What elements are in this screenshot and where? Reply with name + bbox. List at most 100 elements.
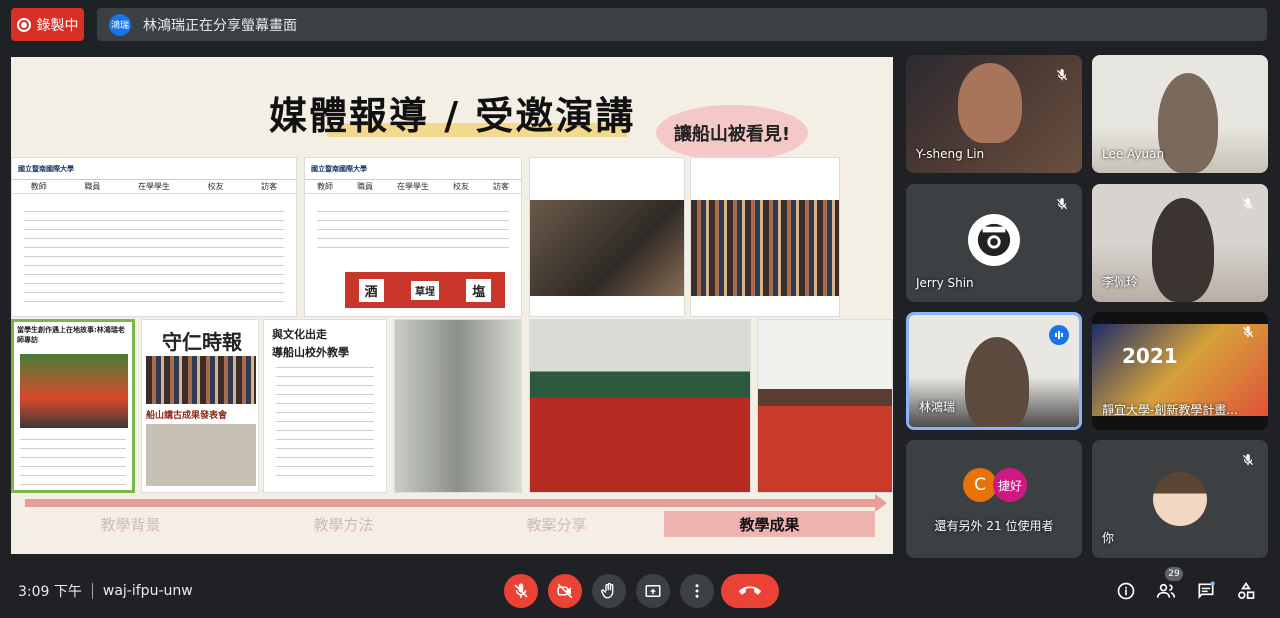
toggle-mic-button[interactable] — [504, 574, 538, 608]
hall-image — [758, 320, 892, 492]
clipping-text — [276, 362, 374, 482]
progress-arrow — [25, 494, 887, 512]
exhibition-image — [395, 320, 521, 492]
article-text — [24, 206, 284, 306]
chat-button[interactable] — [1193, 578, 1219, 604]
exhibition-photo — [394, 319, 522, 493]
nav-item: 校友 — [453, 182, 469, 191]
event-photo-2 — [690, 157, 840, 317]
newspaper-photo-2 — [146, 424, 256, 486]
bubble-text: 讓船山被看見! — [673, 124, 791, 145]
recording-label: 錄製中 — [36, 17, 79, 34]
participant-tile-others[interactable]: C 捷好 還有另外 21 位使用者 — [906, 440, 1082, 558]
site-logo: 國立暨南國際大學 — [18, 164, 74, 173]
more-options-button[interactable] — [680, 574, 714, 608]
mic-off-icon — [1052, 65, 1072, 85]
mic-off-icon — [1238, 322, 1258, 342]
participant-figure — [1158, 73, 1218, 173]
meeting-details-button[interactable] — [1113, 578, 1139, 604]
more-vert-icon — [695, 584, 699, 598]
clipping-headline-1: 與文化出走 — [272, 328, 327, 341]
interview-text — [20, 434, 126, 486]
step-results: 教學成果 — [664, 511, 877, 537]
speaking-indicator-icon — [1049, 325, 1069, 345]
school-sign: 酒 草埕 塩 — [345, 272, 505, 308]
participant-tile-y-sheng-lin[interactable]: Y-sheng Lin — [906, 55, 1082, 173]
activities-button[interactable] — [1233, 578, 1259, 604]
nav-item: 教師 — [30, 182, 47, 191]
meeting-info: 3:09 下午 waj-ifpu-unw — [18, 581, 193, 601]
toggle-camera-button[interactable] — [548, 574, 582, 608]
slide-title: 媒體報導 / 受邀演講 — [269, 94, 636, 138]
teaching-steps: 教學背景 教學方法 教案分享 教學成果 — [25, 511, 877, 537]
nav-item: 教師 — [317, 182, 333, 191]
step-background: 教學背景 — [25, 511, 238, 537]
presenter-avatar: 鴻瑞 — [109, 13, 131, 36]
speech-bubble: 讓船山被看見! — [656, 105, 808, 171]
event-photo-1 — [529, 157, 685, 317]
nav-item: 在學學生 — [137, 182, 170, 191]
share-status-text: 林鴻瑞正在分享螢幕畫面 — [143, 17, 297, 34]
school-newspaper: 守仁時報 船山講古成果發表會 — [141, 319, 259, 493]
hand-icon — [601, 582, 614, 599]
present-screen-button[interactable] — [636, 574, 670, 608]
poster-year: 2021 — [1122, 344, 1178, 368]
webpage-nav: 教師 職員 在學學生 校友 訪客 — [305, 180, 521, 194]
nav-item: 訪客 — [493, 182, 509, 191]
participant-name: Jerry Shin — [916, 276, 974, 290]
participant-name: 李佩玲 — [1102, 275, 1139, 289]
camera-off-icon — [557, 583, 573, 599]
mic-off-icon — [514, 583, 528, 598]
raise-hand-button[interactable] — [592, 574, 626, 608]
presentation-slide: 媒體報導 / 受邀演講 讓船山被看見! 國立暨南國際大學 教師 職員 在學學生 … — [11, 57, 893, 554]
audience-photo — [691, 200, 839, 296]
info-icon — [1117, 582, 1135, 600]
current-time: 3:09 下午 — [18, 584, 82, 600]
participant-tile-lin-hung-jui[interactable]: 林鴻瑞 — [906, 312, 1082, 430]
step-methods: 教學方法 — [238, 511, 451, 537]
record-icon — [16, 17, 31, 32]
participant-name: 林鴻瑞 — [919, 400, 956, 414]
screen-share-banner: 鴻瑞 林鴻瑞正在分享螢幕畫面 — [97, 8, 1267, 41]
participant-count-badge: 29 — [1165, 567, 1183, 581]
site-logo: 國立暨南國際大學 — [311, 164, 367, 173]
activities-icon — [1238, 581, 1255, 599]
nav-item: 職員 — [84, 182, 101, 191]
meeting-code: waj-ifpu-unw — [102, 583, 193, 599]
participant-tile-jerry-shin[interactable]: Jerry Shin — [906, 184, 1082, 302]
self-avatar — [1153, 472, 1207, 526]
nav-item: 訪客 — [261, 182, 278, 191]
nav-item: 校友 — [207, 182, 224, 191]
sign-char: 酒 — [358, 278, 384, 302]
news-webpage-1: 國立暨南國際大學 教師 職員 在學學生 校友 訪客 — [11, 157, 297, 317]
article-clipping: 與文化出走 導船山校外教學 — [263, 319, 387, 493]
participant-name: 你 — [1102, 531, 1115, 545]
step-lesson-sharing: 教案分享 — [451, 511, 664, 537]
participant-tile-providence-university[interactable]: 2021 靜宜大學-創新教學計畫... — [1092, 312, 1268, 430]
hall-photo — [757, 319, 893, 493]
mic-off-icon — [1238, 194, 1258, 214]
participant-name: Y-sheng Lin — [916, 147, 985, 161]
nav-item: 在學學生 — [397, 182, 429, 191]
jerry-avatar — [968, 214, 1020, 266]
participant-tile-you[interactable]: 你 — [1092, 440, 1268, 558]
recording-badge[interactable]: 錄製中 — [11, 8, 84, 41]
newspaper-headline: 船山講古成果發表會 — [146, 411, 228, 421]
participant-figure — [958, 63, 1022, 143]
present-icon — [645, 585, 661, 597]
interview-caption: 當學生創作遇上在地故事:林鴻瑞老師專訪 — [17, 326, 125, 344]
webpage-nav: 教師 職員 在學學生 校友 訪客 — [12, 180, 296, 194]
participant-tile-lee-pei-ling[interactable]: 李佩玲 — [1092, 184, 1268, 302]
avatar-c: C — [963, 468, 997, 502]
news-webpage-2: 國立暨南國際大學 教師 職員 在學學生 校友 訪客 酒 草埕 塩 — [304, 157, 522, 317]
nav-item: 職員 — [357, 182, 373, 191]
webpage-header: 國立暨南國際大學 — [305, 158, 521, 180]
people-icon — [1156, 583, 1176, 598]
end-call-icon — [739, 586, 761, 595]
participant-tile-lee-ayuan[interactable]: Lee Ayuan — [1092, 55, 1268, 173]
classroom-image — [530, 320, 750, 492]
participants-button[interactable] — [1153, 578, 1179, 604]
classroom-photo — [529, 319, 751, 493]
leave-call-button[interactable] — [721, 574, 779, 608]
participant-name: Lee Ayuan — [1102, 147, 1165, 161]
